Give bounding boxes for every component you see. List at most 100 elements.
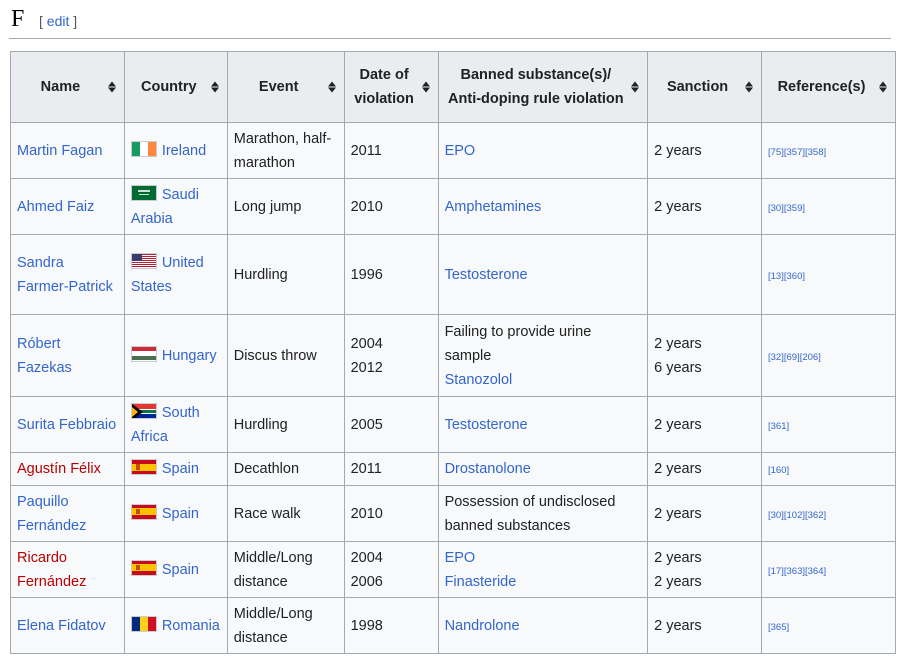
cell-country: Spain [123,485,228,542]
athlete-link[interactable]: Ricardo Fernández [17,550,86,590]
reference-link[interactable]: [360] [784,271,805,282]
cell-sanction: 2 years [647,396,762,453]
cell-references: [30][359] [761,178,896,235]
cell-event: Long jump [226,178,345,235]
cell-sanction: 2 years [647,597,762,654]
violation-text: Possession of undisclosed banned substan… [444,493,616,534]
cell-substance: EPO Finasteride [437,541,649,598]
column-header-sanction[interactable]: Sanction [647,51,762,123]
column-header-event[interactable]: Event [226,51,345,123]
sort-icon[interactable] [745,81,753,93]
cell-event: Race walk [226,485,345,542]
reference-link[interactable]: [69] [784,352,800,363]
cell-name: Ricardo Fernández [10,541,125,598]
substance-link[interactable]: Testosterone [445,413,642,437]
cell-event: Hurdling [226,396,345,453]
reference-link[interactable]: [206] [800,352,821,363]
country-link[interactable]: Spain [162,506,199,522]
reference-link[interactable]: [75] [768,147,784,158]
spain-flag-icon [130,559,157,576]
reference-link[interactable]: [359] [784,203,805,214]
athlete-link[interactable]: Agustín Félix [17,461,101,477]
athlete-link[interactable]: Ahmed Faiz [17,199,94,215]
cell-references: [13][360] [761,234,896,315]
cell-date: 1998 [343,597,439,654]
edit-section: [ edit ] [39,13,78,29]
cell-name: Surita Febbraio [10,396,125,453]
athlete-link[interactable]: Elena Fidatov [17,618,106,634]
cell-sanction [647,234,762,315]
sort-icon[interactable] [879,81,887,93]
cell-country: United States [123,234,228,315]
reference-link[interactable]: [30] [768,510,784,521]
reference-link[interactable]: [361] [768,421,789,432]
country-link[interactable]: Ireland [162,143,206,159]
reference-link[interactable]: [362] [805,510,826,521]
cell-references: [160] [761,452,896,486]
column-header-country[interactable]: Country [123,51,228,123]
reference-link[interactable]: [102] [784,510,805,521]
cell-name: Ahmed Faiz [10,178,125,235]
cell-references: [17][363][364] [761,541,896,598]
column-header-name[interactable]: Name [10,51,125,123]
edit-link[interactable]: edit [47,13,70,29]
sort-icon[interactable] [421,81,430,93]
cell-name: Martin Fagan [10,122,125,179]
athlete-link[interactable]: Surita Febbraio [17,417,116,433]
cell-sanction: 2 years [647,452,762,486]
reference-link[interactable]: [17] [768,566,784,577]
column-header-date[interactable]: Date of violation [343,51,439,123]
cell-event: Marathon, half-marathon [226,122,345,179]
south-africa-flag-icon [130,402,157,419]
substance-link[interactable]: Drostanolone [445,457,642,481]
column-header-substance[interactable]: Banned substance(s)/ Anti-doping rule vi… [437,51,649,123]
country-link[interactable]: Romania [162,618,220,634]
saudi-arabia-flag-icon [130,184,157,201]
athlete-link[interactable]: Róbert Fazekas [17,336,72,376]
reference-link[interactable]: [357] [784,147,805,158]
hungary-flag-icon [130,345,157,362]
reference-link[interactable]: [358] [805,147,826,158]
cell-substance: Drostanolone [437,452,649,486]
cell-substance: Amphetamines [437,178,649,235]
sort-icon[interactable] [631,81,640,93]
spain-flag-icon [130,459,157,475]
reference-link[interactable]: [365] [768,622,789,633]
table-row: Ahmed Faiz Saudi Arabia Long jump 2010 Amphe… [10,178,896,235]
spain-flag-icon [130,503,157,520]
substance-link[interactable]: Testosterone [445,263,642,287]
substance-link[interactable]: EPO [445,546,642,570]
sort-icon[interactable] [107,81,116,93]
cell-country: Hungary [123,314,228,397]
cell-country: Romania [123,597,228,654]
substance-link[interactable]: Stanozolol [445,368,642,392]
reference-link[interactable]: [160] [768,465,789,476]
reference-link[interactable]: [13] [768,271,784,282]
cell-name: Agustín Félix [10,452,125,486]
substance-link[interactable]: EPO [445,139,642,163]
reference-link[interactable]: [32] [768,352,784,363]
cell-sanction: 2 years [647,122,762,179]
sort-icon[interactable] [210,81,219,93]
substance-link[interactable]: Nandrolone [445,614,642,638]
sort-icon[interactable] [327,81,336,93]
table-row: Martin Fagan Ireland Marathon, half-marath… [10,122,896,179]
cell-event: Decathlon [226,452,345,486]
country-link[interactable]: Spain [162,461,199,477]
cell-country: Spain [123,452,228,486]
cell-date: 2004 2012 [343,314,439,397]
column-header-references[interactable]: Reference(s) [761,51,896,123]
cell-references: [32][69][206] [761,314,896,397]
athlete-link[interactable]: Paquillo Fernández [17,494,86,534]
cell-country: Spain [123,541,228,598]
table-row: Surita Febbraio South Africa Hurdling 2005 T… [10,396,896,453]
athlete-link[interactable]: Sandra Farmer-Patrick [17,255,113,295]
substance-link[interactable]: Finasteride [445,570,642,594]
reference-link[interactable]: [363] [784,566,805,577]
country-link[interactable]: Spain [162,562,199,578]
country-link[interactable]: Hungary [162,348,217,364]
reference-link[interactable]: [30] [768,203,784,214]
athlete-link[interactable]: Martin Fagan [17,143,102,159]
reference-link[interactable]: [364] [805,566,826,577]
substance-link[interactable]: Amphetamines [445,195,642,219]
